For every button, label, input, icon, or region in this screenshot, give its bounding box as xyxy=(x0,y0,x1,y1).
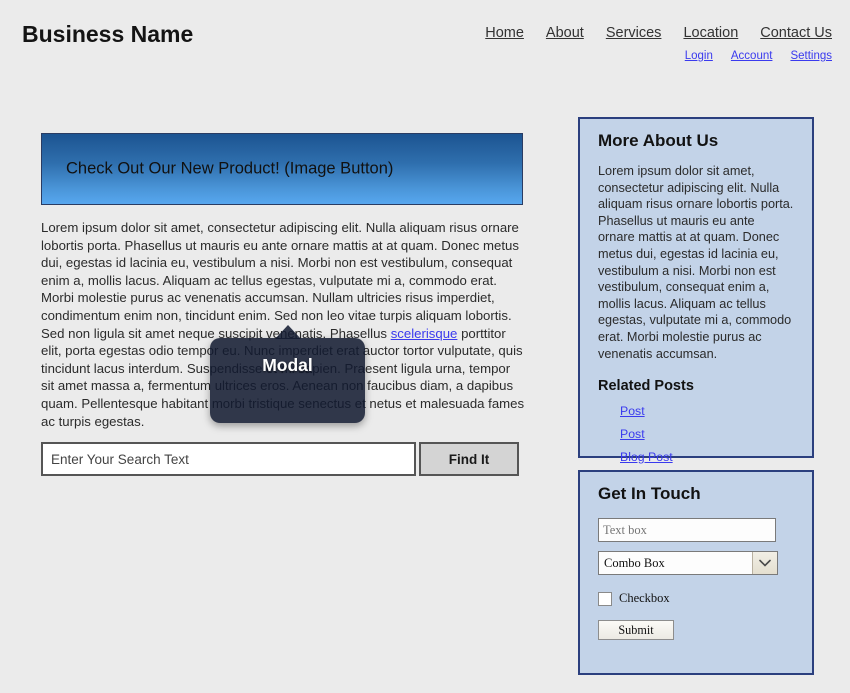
combo-box-selected-value: Combo Box xyxy=(604,556,665,570)
list-item: Blog Post xyxy=(620,448,812,466)
nav-item-settings[interactable]: Settings xyxy=(790,50,832,62)
nav-item-login[interactable]: Login xyxy=(685,50,713,62)
contact-form: Combo Box xyxy=(598,518,812,575)
nav-item-contact-us[interactable]: Contact Us xyxy=(760,25,832,41)
contact-panel-heading: Get In Touch xyxy=(598,484,701,503)
contact-combo-box[interactable]: Combo Box xyxy=(598,551,778,575)
modal-pointer-arrow xyxy=(274,325,301,339)
secondary-nav: Login Account Settings xyxy=(685,50,832,62)
chevron-down-icon xyxy=(752,552,777,574)
hero-image-button-label: Check Out Our New Product! (Image Button… xyxy=(66,159,394,178)
list-item: Post xyxy=(620,402,812,420)
contact-checkbox[interactable] xyxy=(598,591,612,606)
panel-more-about-us: More About Us Lorem ipsum dolor sit amet… xyxy=(578,117,814,464)
modal-title: Modal xyxy=(262,355,313,375)
nav-item-location[interactable]: Location xyxy=(683,25,738,41)
primary-nav: Home About Services Location Contact Us xyxy=(485,25,832,41)
nav-item-about[interactable]: About xyxy=(546,25,584,41)
checkbox-row: Checkbox xyxy=(598,591,812,606)
about-panel-heading: More About Us xyxy=(598,131,719,150)
related-post-link-1[interactable]: Post xyxy=(620,404,645,418)
related-post-link-3[interactable]: Blog Post xyxy=(620,450,673,464)
contact-text-field[interactable] xyxy=(598,518,776,542)
nav-item-services[interactable]: Services xyxy=(606,25,662,41)
nav-item-home[interactable]: Home xyxy=(485,25,524,41)
list-item: Post xyxy=(620,425,812,443)
hero-image-button[interactable]: Check Out Our New Product! (Image Button… xyxy=(41,133,523,205)
nav-item-account[interactable]: Account xyxy=(731,50,773,62)
find-it-button[interactable]: Find It xyxy=(419,442,519,476)
panel-get-in-touch: Get In Touch Combo Box Checkbox Submit xyxy=(578,470,814,675)
related-posts-heading: Related Posts xyxy=(598,378,694,395)
related-post-link-2[interactable]: Post xyxy=(620,427,645,441)
search-input[interactable] xyxy=(41,442,416,476)
inline-link-scelerisque[interactable]: scelerisque xyxy=(391,326,458,341)
contact-checkbox-label: Checkbox xyxy=(619,591,670,605)
about-panel-paragraph: Lorem ipsum dolor sit amet, consectetur … xyxy=(598,164,794,361)
related-posts-list: Post Post Blog Post xyxy=(580,402,812,466)
body-paragraph-part1: Lorem ipsum dolor sit amet, consectetur … xyxy=(41,220,519,341)
modal-tooltip[interactable]: Modal xyxy=(210,325,365,423)
page-title: Business Name xyxy=(22,21,194,47)
search-row: Find It xyxy=(41,442,519,476)
submit-button-wrap: Submit xyxy=(598,606,812,640)
site-header: Business Name Home About Services Locati… xyxy=(0,0,850,76)
submit-button[interactable]: Submit xyxy=(598,620,674,640)
